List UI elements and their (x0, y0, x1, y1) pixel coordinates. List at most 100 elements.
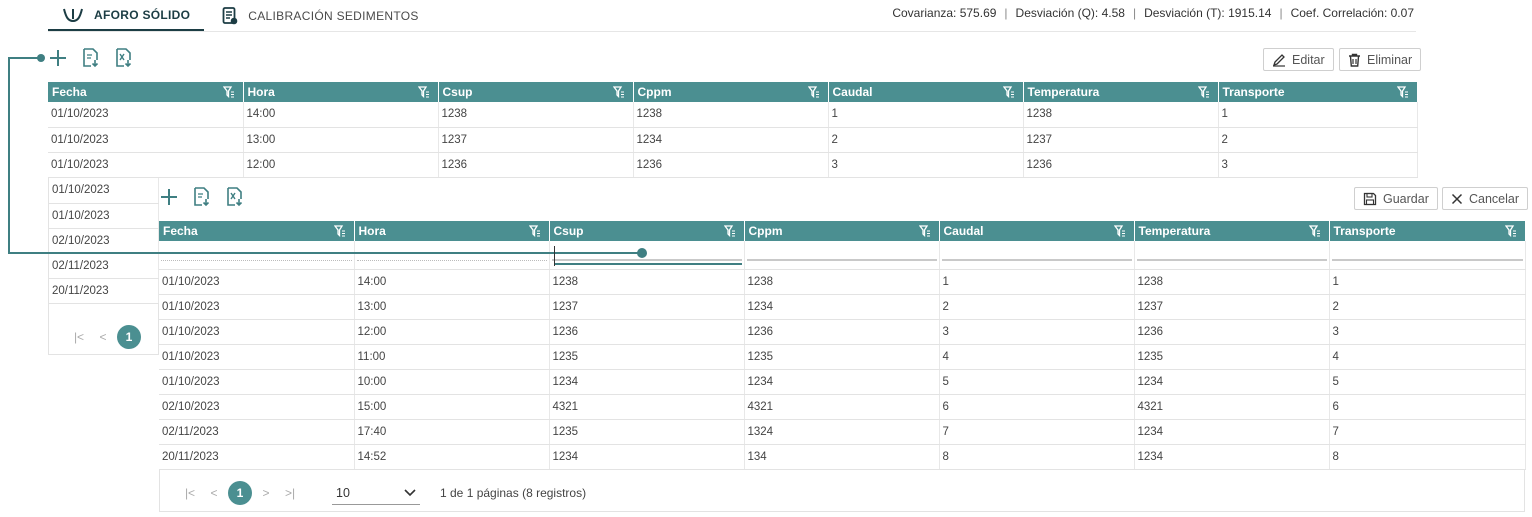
pager-first-button[interactable]: |< (178, 486, 202, 500)
table-row[interactable]: 01/10/2023 14:00 1238 1238 1 1238 1 (159, 269, 1526, 295)
delete-button[interactable]: Eliminar (1339, 48, 1422, 71)
table-cell: 13:00 (354, 294, 550, 320)
pager-first-button[interactable]: |< (67, 330, 91, 344)
filter-input-transporte[interactable] (1331, 258, 1523, 262)
table-cell: 1234 (744, 294, 940, 320)
table-cell: 15:00 (354, 394, 550, 420)
filter-icon[interactable] (528, 225, 541, 237)
filter-input-hora[interactable] (356, 258, 547, 262)
pager-current-page[interactable]: 1 (228, 481, 252, 505)
column-header-cppm[interactable]: Cppm (633, 82, 829, 102)
table-row[interactable]: 20/11/2023 14:52 1234 134 8 1234 8 (159, 444, 1526, 470)
export-excel-button[interactable] (114, 48, 134, 68)
filter-cell[interactable] (1329, 241, 1526, 270)
table-row[interactable]: 01/10/2023 14:00 1238 1238 1 1238 1 (48, 102, 1418, 128)
table-row[interactable]: 20/11/2023 (49, 278, 159, 304)
column-header-hora[interactable]: Hora (243, 82, 439, 102)
filter-cell[interactable] (159, 241, 355, 270)
export-pdf-icon (83, 48, 99, 68)
table-cell: 01/10/2023 (48, 102, 244, 128)
table-cell: 1238 (438, 102, 634, 128)
column-header-fecha[interactable]: Fecha (159, 221, 355, 241)
edit-button[interactable]: Editar (1263, 48, 1334, 71)
tab-bar: AFORO SÓLIDO CALIBRACIÓN SEDIMENTOS (48, 0, 433, 32)
column-header-csup[interactable]: Csup (549, 221, 745, 241)
filter-cell[interactable] (744, 241, 940, 270)
filter-icon[interactable] (723, 225, 736, 237)
column-header-temperatura[interactable]: Temperatura (1023, 82, 1219, 102)
table-cell: 7 (939, 419, 1135, 445)
column-header-hora[interactable]: Hora (354, 221, 550, 241)
table-row[interactable]: 01/10/2023 12:00 1236 1236 3 1236 3 (48, 152, 1418, 178)
filter-icon[interactable] (417, 86, 430, 98)
table-cell: 1234 (744, 369, 940, 395)
filter-input-cppm[interactable] (746, 258, 937, 262)
filter-icon[interactable] (333, 225, 346, 237)
table-row[interactable]: 02/10/2023 (49, 228, 159, 254)
filter-icon[interactable] (1396, 86, 1409, 98)
page-size-select[interactable]: 10 (332, 481, 420, 505)
filter-icon[interactable] (1113, 225, 1126, 237)
table-row[interactable]: 02/11/2023 17:40 1235 1324 7 1234 7 (159, 419, 1526, 445)
filter-icon[interactable] (807, 86, 820, 98)
statistics-bar: Covarianza: 575.69 | Desviación (Q): 4.58… (892, 6, 1414, 20)
column-header-csup[interactable]: Csup (438, 82, 634, 102)
filter-cell[interactable] (354, 241, 550, 270)
text-cursor (554, 246, 555, 266)
aforo-table-partial-rows: 01/10/2023 01/10/2023 02/10/2023 02/11/2023… (48, 178, 159, 304)
column-header-caudal[interactable]: Caudal (939, 221, 1135, 241)
table-cell: 1 (939, 269, 1135, 295)
filter-icon[interactable] (1002, 86, 1015, 98)
filter-icon[interactable] (1504, 225, 1517, 237)
column-header-cppm[interactable]: Cppm (744, 221, 940, 241)
table-row[interactable]: 02/11/2023 (49, 253, 159, 279)
filter-icon[interactable] (918, 225, 931, 237)
pager-last-button[interactable]: >| (278, 486, 302, 500)
filter-input-fecha[interactable] (161, 258, 352, 262)
table-cell: 1237 (549, 294, 745, 320)
column-header-transporte[interactable]: Transporte (1218, 82, 1418, 102)
column-header-temperatura[interactable]: Temperatura (1134, 221, 1330, 241)
filter-input-caudal[interactable] (941, 258, 1132, 262)
table-row[interactable]: 02/10/2023 15:00 4321 4321 6 4321 6 (159, 394, 1526, 420)
cancel-label: Cancelar (1469, 191, 1520, 206)
filter-cell[interactable] (939, 241, 1135, 270)
table-row[interactable]: 01/10/2023 11:00 1235 1235 4 1235 4 (159, 344, 1526, 370)
pencil-icon (1272, 53, 1285, 67)
pager-next-button[interactable]: > (254, 486, 278, 500)
export-pdf-button[interactable] (81, 48, 101, 68)
column-header-transporte[interactable]: Transporte (1329, 221, 1526, 241)
table-row[interactable]: 01/10/2023 (49, 203, 159, 229)
column-header-caudal[interactable]: Caudal (828, 82, 1024, 102)
pager-prev-button[interactable]: < (91, 330, 115, 344)
table-row[interactable]: 01/10/2023 (49, 178, 159, 204)
connector-line (8, 252, 640, 254)
pager-prev-button[interactable]: < (202, 486, 226, 500)
cancel-button[interactable]: Cancelar (1442, 187, 1529, 210)
pager-current-page[interactable]: 1 (117, 325, 141, 349)
filter-input-temperatura[interactable] (1136, 258, 1327, 262)
save-label: Guardar (1383, 191, 1429, 206)
filter-input-csup[interactable] (551, 258, 742, 262)
add-row-button-edit[interactable] (159, 187, 179, 207)
page-size-value: 10 (336, 485, 350, 500)
tab-aforo-solido[interactable]: AFORO SÓLIDO (48, 0, 205, 32)
column-header-fecha[interactable]: Fecha (48, 82, 244, 102)
table-cell: 1238 (1134, 269, 1330, 295)
filter-cell[interactable] (1134, 241, 1330, 270)
tab-calibracion-sedimentos[interactable]: CALIBRACIÓN SEDIMENTOS (208, 0, 432, 31)
filter-icon[interactable] (612, 86, 625, 98)
export-excel-button-edit[interactable] (225, 187, 245, 207)
table-row[interactable]: 01/10/2023 13:00 1237 1234 2 1237 2 (159, 294, 1526, 320)
filter-icon[interactable] (1197, 86, 1210, 98)
table-row[interactable]: 01/10/2023 10:00 1234 1234 5 1234 5 (159, 369, 1526, 395)
table-row[interactable]: 01/10/2023 13:00 1237 1234 2 1237 2 (48, 127, 1418, 153)
save-button[interactable]: Guardar (1354, 187, 1438, 210)
document-icon (222, 6, 238, 24)
filter-icon[interactable] (1308, 225, 1321, 237)
table-row[interactable]: 01/10/2023 12:00 1236 1236 3 1236 3 (159, 319, 1526, 345)
aforo-table-pager: |< < 1 (67, 325, 143, 349)
add-row-button[interactable] (48, 48, 68, 68)
export-pdf-button-edit[interactable] (192, 187, 212, 207)
filter-icon[interactable] (222, 86, 235, 98)
